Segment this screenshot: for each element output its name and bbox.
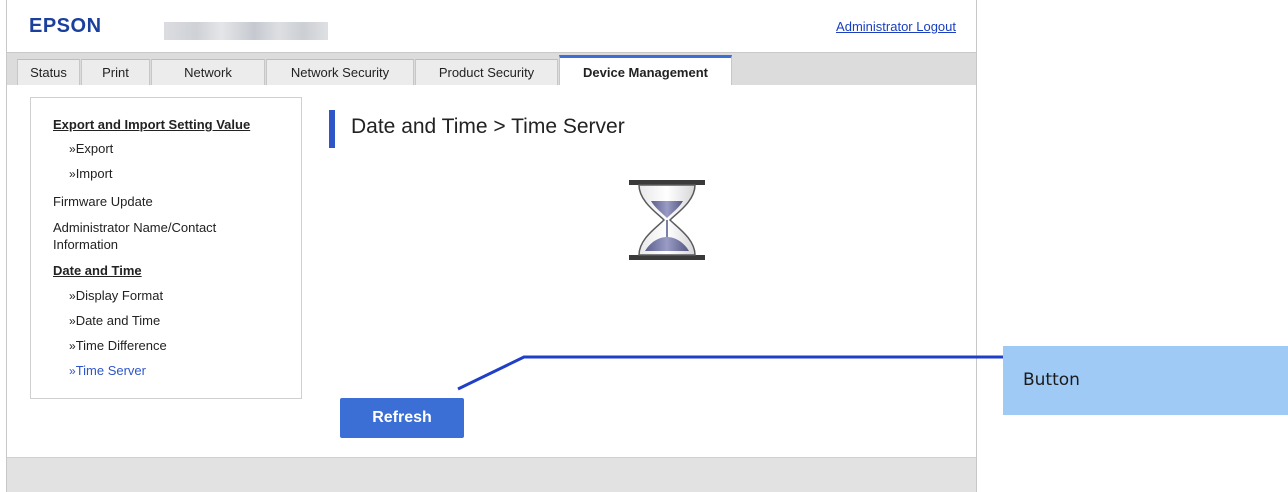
raquo-icon: »: [69, 364, 76, 378]
sidebar-item-label: Time Difference: [75, 338, 167, 353]
sidebar-item-date-and-time[interactable]: »Date and Time: [69, 313, 160, 329]
sidebar-item-export[interactable]: »Export: [69, 141, 113, 157]
sidebar-item-label: Date and Time: [75, 313, 161, 328]
raquo-icon: »: [69, 314, 76, 328]
main-content: Export and Import Setting Value »Export …: [7, 85, 976, 457]
sidebar-item-time-server[interactable]: »Time Server: [69, 363, 146, 379]
tab-network[interactable]: Network: [151, 59, 265, 86]
raquo-icon: »: [69, 289, 76, 303]
page-footer-bar: [7, 457, 976, 492]
sidebar-item-date-and-time-section[interactable]: Date and Time: [53, 263, 142, 279]
sidebar-item-firmware-update[interactable]: Firmware Update: [53, 194, 153, 210]
sidebar-item-label: Import: [75, 166, 113, 181]
sidebar-item-label: Display Format: [75, 288, 164, 303]
raquo-icon: »: [69, 142, 76, 156]
title-accent-bar: [329, 110, 335, 148]
callout-label: Button: [1023, 370, 1080, 390]
tab-status[interactable]: Status: [17, 59, 80, 86]
page-header: EPSON Administrator Logout: [7, 0, 976, 52]
hourglass-icon: [629, 180, 705, 260]
sidebar-item-admin-name-contact-line2[interactable]: Information: [53, 237, 118, 253]
sidebar-item-display-format[interactable]: »Display Format: [69, 288, 163, 304]
sidebar-item-export-import[interactable]: Export and Import Setting Value: [53, 117, 250, 133]
sidebar-item-label: Export: [75, 141, 114, 156]
sidebar-item-import[interactable]: »Import: [69, 166, 113, 182]
sidebar-item-label: Time Server: [75, 363, 146, 378]
epson-logo: EPSON: [29, 15, 102, 37]
tab-device-management[interactable]: Device Management: [559, 55, 732, 86]
refresh-button[interactable]: Refresh: [340, 398, 464, 438]
sidebar-item-time-difference[interactable]: »Time Difference: [69, 338, 167, 354]
raquo-icon: »: [69, 339, 76, 353]
callout-box: Button: [1003, 346, 1288, 415]
sidebar-item-admin-name-contact[interactable]: Administrator Name/Contact: [53, 220, 216, 236]
raquo-icon: »: [69, 167, 76, 181]
tab-network-security[interactable]: Network Security: [266, 59, 414, 86]
tab-bar: Status Print Network Network Security Pr…: [7, 52, 976, 86]
tab-product-security[interactable]: Product Security: [415, 59, 558, 86]
administrator-logout-link[interactable]: Administrator Logout: [836, 19, 956, 34]
redacted-printer-name: [164, 22, 328, 40]
sidebar-menu: Export and Import Setting Value »Export …: [30, 97, 302, 399]
page-title: Date and Time > Time Server: [351, 115, 625, 138]
tab-print[interactable]: Print: [81, 59, 150, 86]
browser-page: EPSON Administrator Logout Status Print …: [6, 0, 977, 492]
